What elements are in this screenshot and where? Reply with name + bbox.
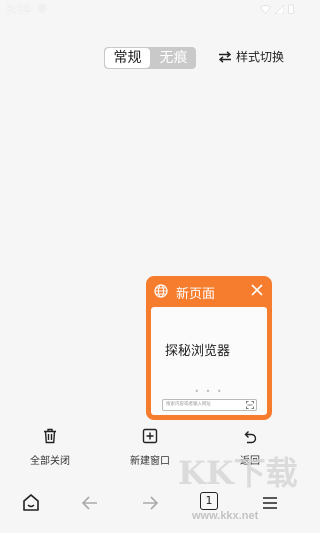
status-bar: 3:29 ◎	[0, 0, 300, 20]
tab-card[interactable]: 新页面 探秘浏览器 • • • 搜索内容或者输入网址	[146, 276, 272, 420]
battery-icon	[288, 4, 294, 14]
trash-icon	[44, 428, 56, 444]
close-all-button[interactable]: 全部关闭	[20, 428, 80, 467]
add-square-icon	[142, 428, 158, 444]
close-all-label: 全部关闭	[30, 456, 70, 467]
forward-arrow-icon[interactable]	[139, 492, 161, 514]
new-window-button[interactable]: 新建窗口	[120, 428, 180, 467]
status-indicators	[260, 4, 294, 14]
back-arrow-icon[interactable]	[79, 492, 101, 514]
preview-search-placeholder: 搜索内容或者输入网址	[166, 402, 211, 407]
status-time: 3:29	[6, 3, 31, 16]
watermark-url: www.kkx.net	[192, 510, 259, 522]
home-icon[interactable]	[20, 492, 42, 514]
style-switch-button[interactable]: 样式切换	[218, 48, 284, 65]
signal-icon	[275, 4, 284, 14]
swap-arrows-icon	[218, 50, 232, 63]
close-icon[interactable]	[251, 284, 263, 296]
preview-page-dots: • • •	[194, 387, 224, 396]
undo-icon	[244, 431, 257, 444]
mode-switch: 常规 无痕	[104, 47, 196, 69]
preview-heading: 探秘浏览器	[165, 344, 231, 359]
preview-search-box: 搜索内容或者输入网址	[162, 399, 257, 411]
wifi-icon	[260, 4, 271, 14]
scan-icon	[246, 401, 254, 409]
tab-card-header: 新页面	[146, 276, 272, 306]
tab-normal-mode[interactable]: 常规	[105, 48, 150, 68]
globe-icon	[154, 284, 168, 298]
new-window-label: 新建窗口	[130, 456, 170, 467]
notification-icon: ◎	[38, 3, 47, 14]
tab-preview[interactable]: 探秘浏览器 • • • 搜索内容或者输入网址	[151, 307, 267, 415]
style-switch-label: 样式切换	[236, 50, 285, 64]
tab-card-title: 新页面	[176, 287, 216, 302]
watermark: KK下载 www.kkx.net	[172, 448, 300, 530]
tab-private-mode[interactable]: 无痕	[151, 47, 196, 69]
watermark-logo: KK下载	[178, 454, 298, 492]
